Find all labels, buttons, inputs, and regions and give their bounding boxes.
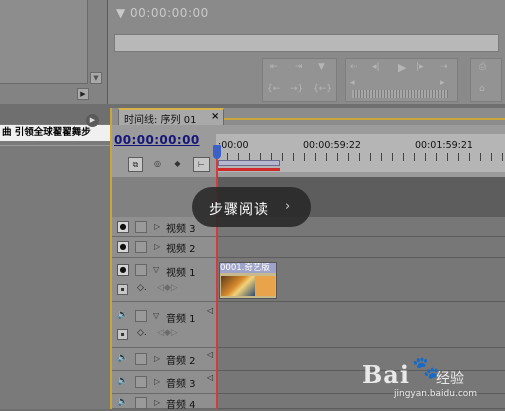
- monitor-timecode-text: 00:00:00:00: [130, 6, 209, 20]
- speaker-icon[interactable]: 🔈: [117, 376, 128, 386]
- keyframe-menu-icon[interactable]: ◇.: [137, 328, 147, 338]
- track-video-2[interactable]: [216, 237, 505, 258]
- divider: [0, 145, 110, 146]
- step-back-icon[interactable]: ◂|: [372, 62, 380, 72]
- tab-timeline-label: 时间线: 序列 01: [124, 115, 197, 126]
- playhead-line[interactable]: [216, 146, 218, 409]
- timeline-current-time[interactable]: 00:00:00:00: [114, 133, 200, 147]
- ruler-label: 00:00:59:22: [303, 140, 361, 151]
- marker-drop-icon[interactable]: ◆: [170, 157, 185, 172]
- step-reading-label: 步骤阅读: [209, 202, 269, 218]
- shuttle-left-icon[interactable]: ◂: [350, 78, 355, 88]
- sync-lock-icon[interactable]: ◎: [150, 157, 165, 172]
- go-to-out-icon[interactable]: ⇢: [440, 62, 448, 72]
- eye-icon[interactable]: ●: [117, 264, 129, 276]
- monitor-scrub-bar[interactable]: [114, 34, 499, 52]
- track-name: 视频 2: [166, 244, 196, 255]
- track-mix-icon[interactable]: ◁: [207, 306, 213, 315]
- track-name: 音频 3: [166, 379, 196, 390]
- waveform-icon[interactable]: ▪: [117, 329, 128, 340]
- video-clip-label: 0001.奇艺版: [220, 263, 276, 273]
- track-name: 音频 1: [166, 314, 196, 325]
- zoom-toggle-icon[interactable]: ⊢: [193, 157, 210, 172]
- keyframe-nav-icon[interactable]: ◁◆▷: [157, 328, 178, 338]
- shuttle-right-icon[interactable]: ▸: [440, 78, 445, 88]
- export-frame-icon[interactable]: ⎙: [479, 62, 486, 72]
- expand-icon[interactable]: ▷: [154, 354, 160, 363]
- eye-icon[interactable]: ●: [117, 221, 129, 233]
- expand-icon[interactable]: ▷: [154, 398, 160, 407]
- media-list: [0, 124, 110, 409]
- step-forward-icon[interactable]: |▸: [416, 62, 424, 72]
- watermark-brand: 经验: [436, 371, 464, 387]
- jog-wheel[interactable]: [352, 90, 448, 98]
- play-in-to-out-icon[interactable]: {←}: [313, 84, 332, 94]
- track-name: 视频 1: [166, 268, 196, 279]
- mark-out-icon[interactable]: ⇥: [295, 62, 303, 72]
- track-name: 视频 3: [166, 224, 196, 235]
- track-mix-icon[interactable]: ◁: [207, 373, 213, 382]
- go-to-in-icon[interactable]: ⇠: [350, 62, 358, 72]
- render-bar: [218, 168, 280, 171]
- lock-icon[interactable]: [135, 264, 147, 276]
- track-audio-1[interactable]: [216, 302, 505, 348]
- go-to-prev-icon[interactable]: {←: [267, 84, 280, 94]
- expand-icon[interactable]: ▷: [154, 377, 160, 386]
- collapse-icon[interactable]: ▽: [153, 311, 159, 320]
- lock-icon[interactable]: [135, 397, 147, 409]
- keyframe-nav-icon[interactable]: ◁◆▷: [157, 283, 178, 293]
- speaker-icon[interactable]: 🔈: [117, 310, 128, 320]
- work-area-bar[interactable]: [218, 160, 280, 166]
- track-mix-icon[interactable]: ◁: [207, 350, 213, 359]
- collapse-icon[interactable]: ▽: [153, 265, 159, 274]
- lock-icon[interactable]: [135, 353, 147, 365]
- track-name: 音频 2: [166, 356, 196, 367]
- watermark-url: jingyan.baidu.com: [394, 389, 478, 399]
- lock-icon[interactable]: [135, 241, 147, 253]
- ruler-label: :00:00: [218, 140, 249, 151]
- clip-thumbnail: [221, 276, 255, 296]
- track-header-audio-1[interactable]: [112, 302, 216, 348]
- chevron-right-icon: ›: [285, 199, 291, 214]
- marker-icon[interactable]: ▼: [318, 62, 325, 72]
- display-style-icon[interactable]: ▪: [117, 284, 128, 295]
- ruler-label: 00:01:59:21: [415, 140, 473, 151]
- scroll-down-icon[interactable]: ▼: [90, 72, 102, 84]
- lock-icon[interactable]: [135, 221, 147, 233]
- watermark-logo: Bai: [362, 360, 410, 389]
- snap-icon[interactable]: ⧉: [128, 157, 143, 172]
- timeline-top-border: [224, 118, 505, 120]
- clip-thumbnail-end: [255, 276, 275, 296]
- project-panel-content: [0, 0, 88, 84]
- expand-icon[interactable]: ▷: [154, 222, 160, 231]
- panel-menu-icon[interactable]: ▶: [86, 114, 99, 127]
- play-icon[interactable]: ▶: [398, 61, 406, 74]
- output-icon[interactable]: ⌂: [479, 84, 485, 94]
- expand-icon[interactable]: ▷: [154, 242, 160, 251]
- keyframe-menu-icon[interactable]: ◇.: [137, 283, 147, 293]
- eye-icon[interactable]: ●: [117, 241, 129, 253]
- speaker-icon[interactable]: 🔈: [117, 353, 128, 363]
- lock-icon[interactable]: [135, 376, 147, 388]
- scroll-right-icon[interactable]: ▶: [77, 88, 89, 100]
- monitor-timecode[interactable]: ▼ 00:00:00:00: [116, 6, 209, 20]
- playhead-handle[interactable]: [213, 145, 221, 159]
- go-to-next-icon[interactable]: →}: [290, 84, 303, 94]
- speaker-icon[interactable]: 🔈: [117, 397, 128, 407]
- mark-in-icon[interactable]: ⇤: [270, 62, 278, 72]
- lock-icon[interactable]: [135, 310, 147, 322]
- tab-close-icon[interactable]: ×: [211, 111, 219, 122]
- media-item-title[interactable]: 曲 引领全球翟翟舞步: [0, 125, 110, 141]
